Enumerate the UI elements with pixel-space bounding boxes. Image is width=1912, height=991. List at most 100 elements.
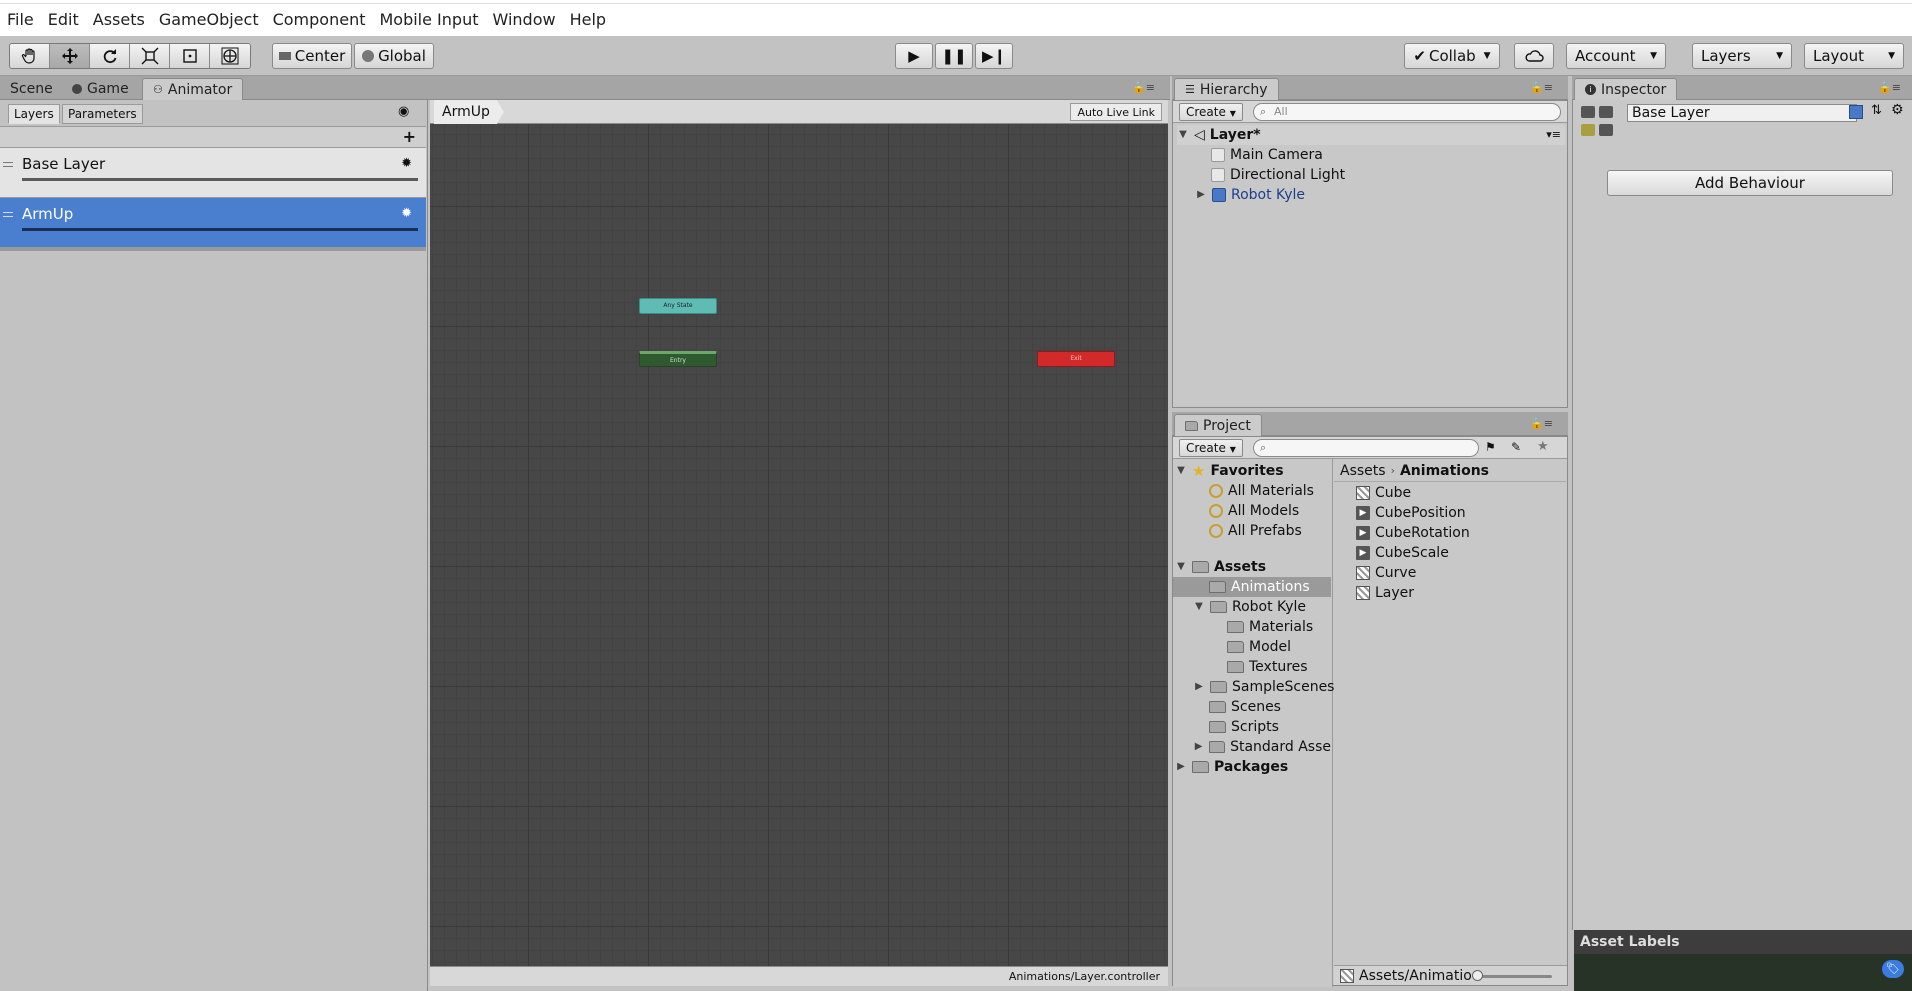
expand-triangle-icon[interactable]: ▼ [1193,597,1205,617]
create-dropdown[interactable]: Create ▼ [1179,103,1243,121]
name-field[interactable]: Base Layer [1627,104,1857,122]
rect-tool-button[interactable] [170,44,210,68]
menu-component[interactable]: Component [266,4,373,36]
favorite-star-icon[interactable]: ★ [1537,439,1549,454]
hierarchy-item-directional-light[interactable]: Directional Light [1211,165,1345,185]
expand-triangle-icon[interactable]: ▼ [1177,125,1189,145]
hierarchy-item-robot-kyle[interactable]: ▶ Robot Kyle [1195,185,1305,205]
filter-by-type-icon[interactable]: ⚑ [1485,440,1496,454]
breadcrumb[interactable]: ArmUp [434,100,504,124]
menu-gameobject[interactable]: GameObject [152,4,266,36]
expand-triangle-icon[interactable]: ▶ [1175,757,1187,777]
scale-tool-button[interactable] [130,44,170,68]
lock-menu-icon[interactable]: 🔒≡ [1132,81,1155,94]
file-cube-rotation[interactable]: ▶ CubeRotation [1356,523,1470,543]
pivot-center-button[interactable]: Center [272,43,352,69]
add-layer-button[interactable]: + [403,127,416,146]
auto-live-link-button[interactable]: Auto Live Link [1070,103,1162,121]
add-behaviour-button[interactable]: Add Behaviour [1607,170,1893,196]
hierarchy-item-main-camera[interactable]: Main Camera [1211,145,1323,165]
tab-game[interactable]: Game [62,78,139,100]
tree-assets[interactable]: ▼ Assets [1175,557,1266,577]
account-dropdown[interactable]: Account ▼ [1566,43,1666,69]
tree-all-prefabs[interactable]: All Prefabs [1209,521,1302,541]
tab-animator[interactable]: ⚇ Animator [142,78,244,100]
menu-help[interactable]: Help [563,4,613,36]
move-tool-button[interactable] [50,44,90,68]
tree-favorites[interactable]: ▼ ★ Favorites [1175,461,1283,481]
menu-assets[interactable]: Assets [86,4,152,36]
tab-parameters[interactable]: Parameters [62,104,143,124]
step-button[interactable]: ▶❙ [975,43,1013,69]
breadcrumb-root[interactable]: Assets [1340,461,1386,481]
file-layer[interactable]: Layer [1356,583,1414,603]
exit-node[interactable]: Exit [1037,351,1115,367]
file-curve[interactable]: Curve [1356,563,1416,583]
tree-sample-scenes[interactable]: ▶ SampleScenes [1193,677,1334,697]
tab-inspector[interactable]: i Inspector [1574,78,1678,100]
drag-handle-icon[interactable] [3,162,13,167]
menu-file[interactable]: File [0,4,41,36]
tab-layers[interactable]: Layers [8,104,60,124]
menu-window[interactable]: Window [485,4,562,36]
hierarchy-search-input[interactable]: ⌕ All [1253,103,1561,121]
menu-mobile-input[interactable]: Mobile Input [372,4,485,36]
expand-triangle-icon[interactable]: ▼ [1175,557,1187,577]
tab-scene[interactable]: Scene [0,78,63,100]
pause-button[interactable]: ❚❚ [935,43,973,69]
tree-scripts[interactable]: Scripts [1209,717,1279,737]
lock-menu-icon[interactable]: 🔒≡ [1530,81,1553,94]
file-cube-scale[interactable]: ▶ CubeScale [1356,543,1449,563]
tree-model[interactable]: Model [1227,637,1291,657]
cloud-button[interactable] [1514,43,1554,69]
create-dropdown[interactable]: Create ▼ [1179,439,1243,457]
expand-triangle-icon[interactable]: ▶ [1193,677,1205,697]
hand-tool-button[interactable] [10,44,50,68]
project-search-input[interactable]: ⌕ [1253,439,1479,457]
scene-menu-icon[interactable]: ▾≡ [1546,125,1561,145]
tree-animations[interactable]: Animations [1173,577,1331,597]
layers-dropdown[interactable]: Layers ▼ [1692,43,1792,69]
tree-standard-assets[interactable]: ▶ Standard Asse [1193,737,1331,757]
tree-scenes[interactable]: Scenes [1209,697,1281,717]
icon-size-slider[interactable] [1476,975,1552,978]
tree-packages[interactable]: ▶ Packages [1175,757,1288,777]
preset-sliders-icon[interactable]: ⇅ [1871,103,1882,118]
scene-root-row[interactable]: ▼ ◁ Layer* ▾≡ [1177,125,1565,145]
tree-textures[interactable]: Textures [1227,657,1308,677]
rotate-tool-button[interactable] [90,44,130,68]
tag-icon[interactable]: 🏷 [1882,960,1904,978]
tree-robot-kyle[interactable]: ▼ Robot Kyle [1193,597,1306,617]
lock-menu-icon[interactable]: 🔒≡ [1530,417,1553,430]
tab-hierarchy[interactable]: ☰ Hierarchy [1174,78,1279,100]
expand-triangle-icon[interactable]: ▼ [1175,461,1187,481]
menu-edit[interactable]: Edit [41,4,86,36]
gear-icon[interactable]: ✹ [401,156,412,171]
any-state-node[interactable]: Any State [639,298,717,314]
help-book-icon[interactable] [1849,105,1863,119]
lock-menu-icon[interactable]: 🔒≡ [1878,81,1901,94]
animator-graph-canvas[interactable]: Any State Entry Exit [430,124,1168,966]
space-global-button[interactable]: Global [354,43,434,69]
gear-icon[interactable]: ⚙ [1891,102,1904,118]
tab-project[interactable]: Project [1174,414,1262,436]
layer-row-armup[interactable]: ArmUp ✹ [0,198,426,248]
play-button[interactable]: ▶ [895,43,933,69]
file-cube[interactable]: Cube [1356,483,1411,503]
layout-dropdown[interactable]: Layout ▼ [1804,43,1904,69]
gear-icon[interactable]: ✹ [401,206,412,221]
drag-handle-icon[interactable] [3,212,13,217]
slider-thumb[interactable] [1472,970,1483,981]
visibility-eye-icon[interactable]: ◉ [398,104,409,119]
file-cube-position[interactable]: ▶ CubePosition [1356,503,1466,523]
tree-materials[interactable]: Materials [1227,617,1313,637]
entry-node[interactable]: Entry [639,351,717,367]
expand-triangle-icon[interactable]: ▶ [1195,185,1207,205]
filter-by-label-icon[interactable]: ✎ [1511,440,1521,454]
layer-row-base[interactable]: Base Layer ✹ [0,148,426,198]
collab-dropdown[interactable]: ✔ Collab ▼ [1404,43,1500,69]
expand-triangle-icon[interactable]: ▶ [1193,737,1204,757]
tree-all-materials[interactable]: All Materials [1209,481,1314,501]
transform-tool-button[interactable] [210,44,250,68]
breadcrumb-current[interactable]: Animations [1400,461,1489,481]
